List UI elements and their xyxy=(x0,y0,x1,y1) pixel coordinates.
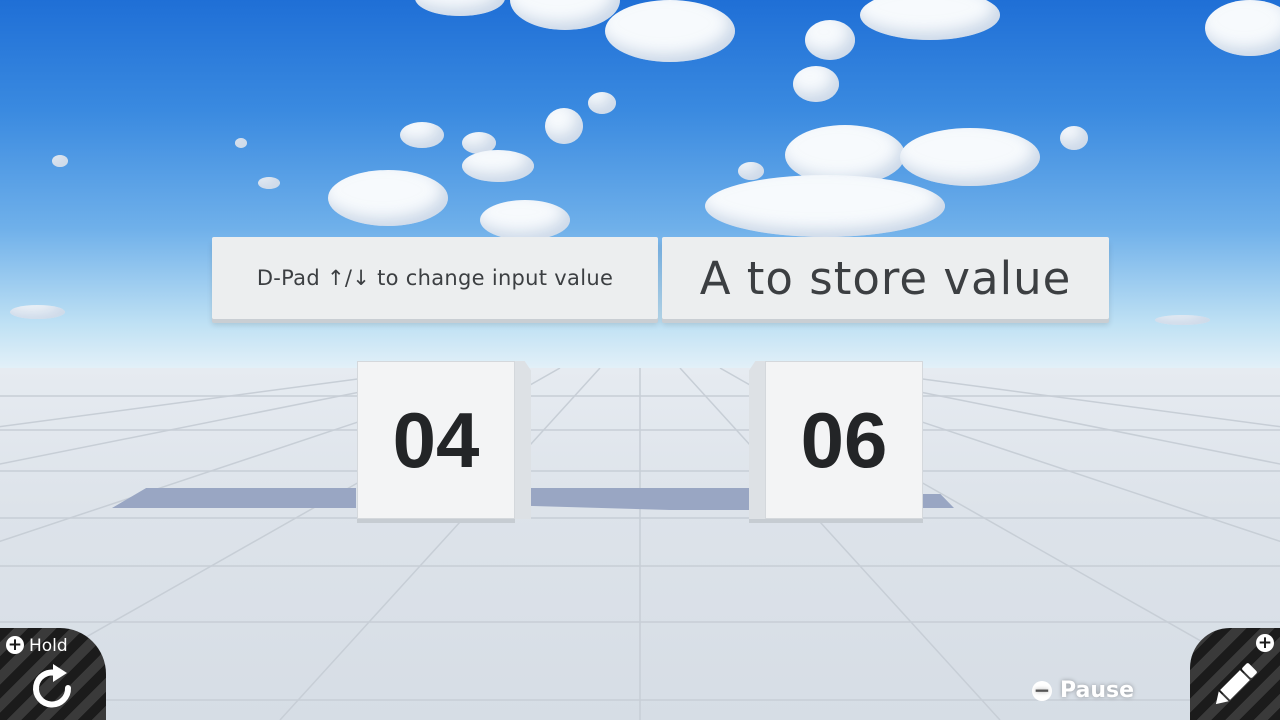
pause-label: Pause xyxy=(1060,678,1135,703)
cloud xyxy=(545,108,583,144)
stored-value-cube: 06 xyxy=(749,361,923,523)
cloud xyxy=(705,175,945,237)
input-value-cube[interactable]: 04 xyxy=(357,361,531,523)
rotate-icon xyxy=(33,664,72,708)
plus-icon: + xyxy=(6,635,24,655)
cloud xyxy=(328,170,448,226)
stored-value-display: 06 xyxy=(765,361,923,519)
cloud xyxy=(738,162,764,180)
cloud xyxy=(258,177,280,189)
cloud xyxy=(805,20,855,60)
cube-side-face xyxy=(515,361,531,519)
minus-icon: − xyxy=(1032,677,1052,702)
cloud xyxy=(10,305,65,319)
instruction-change-text: D-Pad ↑/↓ to change input value xyxy=(256,266,614,290)
cloud xyxy=(605,0,735,62)
edit-button[interactable]: + xyxy=(1190,628,1280,720)
input-value-display: 04 xyxy=(357,361,515,519)
cloud xyxy=(480,200,570,240)
cloud xyxy=(860,0,1000,40)
plus-icon: + xyxy=(1256,633,1274,653)
cloud xyxy=(52,155,68,167)
pause-button[interactable]: − Pause xyxy=(1032,678,1134,703)
cube-side-face xyxy=(749,361,765,519)
floor-grid xyxy=(0,368,1280,720)
tiled-floor xyxy=(0,368,1280,720)
cloud xyxy=(588,92,616,114)
cloud xyxy=(900,128,1040,186)
cloud xyxy=(400,122,444,148)
instruction-store-text: A to store value xyxy=(699,251,1072,305)
cloud xyxy=(415,0,505,16)
instruction-panel-store: A to store value xyxy=(662,237,1109,319)
cloud xyxy=(1155,315,1210,325)
pencil-icon xyxy=(1215,663,1257,705)
instruction-panel-change: D-Pad ↑/↓ to change input value xyxy=(212,237,658,319)
hold-label: Hold xyxy=(29,636,68,656)
cloud xyxy=(235,138,247,148)
cloud xyxy=(793,66,839,102)
cloud xyxy=(1060,126,1088,150)
cube-shadow xyxy=(112,488,356,508)
cloud xyxy=(462,150,534,182)
cloud xyxy=(1205,0,1280,56)
cloud xyxy=(510,0,620,30)
